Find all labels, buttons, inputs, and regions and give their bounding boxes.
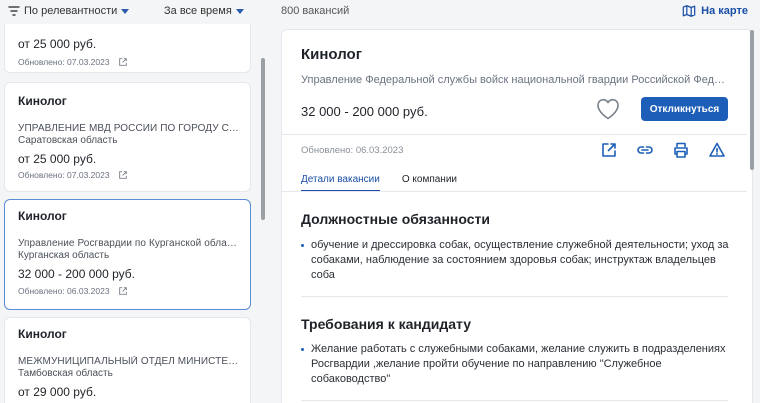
- filter-icon: [8, 6, 20, 16]
- card-title: Кинолог: [18, 94, 67, 108]
- card-region: Курганская область: [18, 250, 110, 261]
- duties-heading: Должностные обязанности: [301, 211, 490, 227]
- detail-title: Кинолог: [301, 46, 362, 63]
- card-updated-text: Обновлено: 06.03.2023: [18, 286, 110, 296]
- requirements-list: Желание работать с служебными собаками, …: [301, 342, 731, 387]
- heart-icon[interactable]: [595, 97, 621, 121]
- vacancy-card[interactable]: Кинолог МЕЖМУНИЦИПАЛЬНЫЙ ОТДЕЛ МИНИСТЕРС…: [4, 317, 251, 403]
- list-scrollbar[interactable]: [261, 58, 265, 220]
- external-link-icon[interactable]: [118, 57, 128, 67]
- tab-details[interactable]: Детали вакансии: [301, 174, 380, 192]
- vacancy-card[interactable]: от 25 000 руб. Обновлено: 07.03.2023: [4, 24, 251, 73]
- divider: [282, 191, 747, 192]
- sort-dropdown[interactable]: По релевантности: [8, 5, 130, 17]
- vacancy-list: от 25 000 руб. Обновлено: 07.03.2023 Кин…: [0, 24, 268, 403]
- printer-icon: [674, 142, 688, 158]
- card-title: Кинолог: [18, 209, 67, 223]
- card-salary: 32 000 - 200 000 руб.: [18, 267, 135, 281]
- card-org: УПРАВЛЕНИЕ МВД РОССИИ ПО ГОРОДУ САРАТОВУ: [18, 123, 240, 134]
- caret-down-icon: [121, 9, 130, 14]
- card-updated: Обновлено: 07.03.2023: [18, 170, 128, 180]
- card-updated-text: Обновлено: 07.03.2023: [18, 57, 110, 67]
- report-button[interactable]: [708, 141, 726, 159]
- external-link-icon[interactable]: [118, 286, 128, 296]
- vacancy-count: 800 вакансий: [281, 5, 350, 17]
- duties-list: обучение и дрессировка собак, осуществле…: [301, 238, 731, 283]
- print-button[interactable]: [672, 141, 690, 159]
- list-item: Желание работать с служебными собаками, …: [301, 342, 731, 387]
- vacancy-card[interactable]: Кинолог УПРАВЛЕНИЕ МВД РОССИИ ПО ГОРОДУ …: [4, 82, 251, 192]
- card-org: Управление Росгвардии по Курганской обла…: [18, 238, 240, 249]
- card-region: Тамбовская область: [18, 368, 113, 379]
- card-updated: Обновлено: 07.03.2023: [18, 57, 128, 67]
- card-updated: Обновлено: 06.03.2023: [18, 286, 128, 296]
- detail-updated: Обновлено: 06.03.2023: [301, 145, 404, 156]
- copy-link-button[interactable]: [636, 141, 654, 159]
- card-salary: от 25 000 руб.: [18, 152, 97, 166]
- card-salary: от 29 000 руб.: [18, 385, 97, 399]
- tab-company[interactable]: О компании: [402, 174, 457, 192]
- card-org: МЕЖМУНИЦИПАЛЬНЫЙ ОТДЕЛ МИНИСТЕРСТВА: [18, 356, 240, 367]
- detail-salary: 32 000 - 200 000 руб.: [301, 104, 428, 119]
- list-item: обучение и дрессировка собак, осуществле…: [301, 238, 731, 283]
- detail-org[interactable]: Управление Федеральной службы войск наци…: [301, 74, 731, 86]
- divider: [301, 400, 728, 401]
- detail-actions: [600, 141, 726, 159]
- card-region: Саратовская область: [18, 135, 118, 146]
- vacancy-card-active[interactable]: Кинолог Управление Росгвардии по Курганс…: [4, 199, 251, 310]
- card-salary: от 25 000 руб.: [18, 37, 97, 51]
- warning-icon: [709, 142, 725, 157]
- divider: [301, 296, 728, 297]
- map-icon: [682, 5, 696, 17]
- map-label: На карте: [701, 5, 748, 17]
- period-dropdown[interactable]: За все время: [164, 5, 244, 17]
- map-link[interactable]: На карте: [682, 4, 748, 18]
- apply-button[interactable]: Откликнуться: [641, 97, 728, 121]
- detail-scrollbar[interactable]: [750, 30, 754, 170]
- card-title: Кинолог: [18, 327, 67, 341]
- caret-down-icon: [235, 9, 244, 14]
- period-label: За все время: [164, 5, 232, 17]
- vacancy-detail: Кинолог Управление Федеральной службы во…: [281, 29, 753, 403]
- sort-label: По релевантности: [24, 5, 118, 17]
- detail-tabs: Детали вакансии О компании: [301, 174, 457, 192]
- divider: [282, 134, 747, 135]
- link-icon: [637, 146, 653, 154]
- card-updated-text: Обновлено: 07.03.2023: [18, 170, 110, 180]
- external-link-icon[interactable]: [118, 170, 128, 180]
- share-icon: [602, 143, 616, 157]
- requirements-heading: Требования к кандидату: [301, 316, 472, 332]
- share-button[interactable]: [600, 141, 618, 159]
- filter-bar: По релевантности За все время 800 ваканс…: [0, 0, 760, 24]
